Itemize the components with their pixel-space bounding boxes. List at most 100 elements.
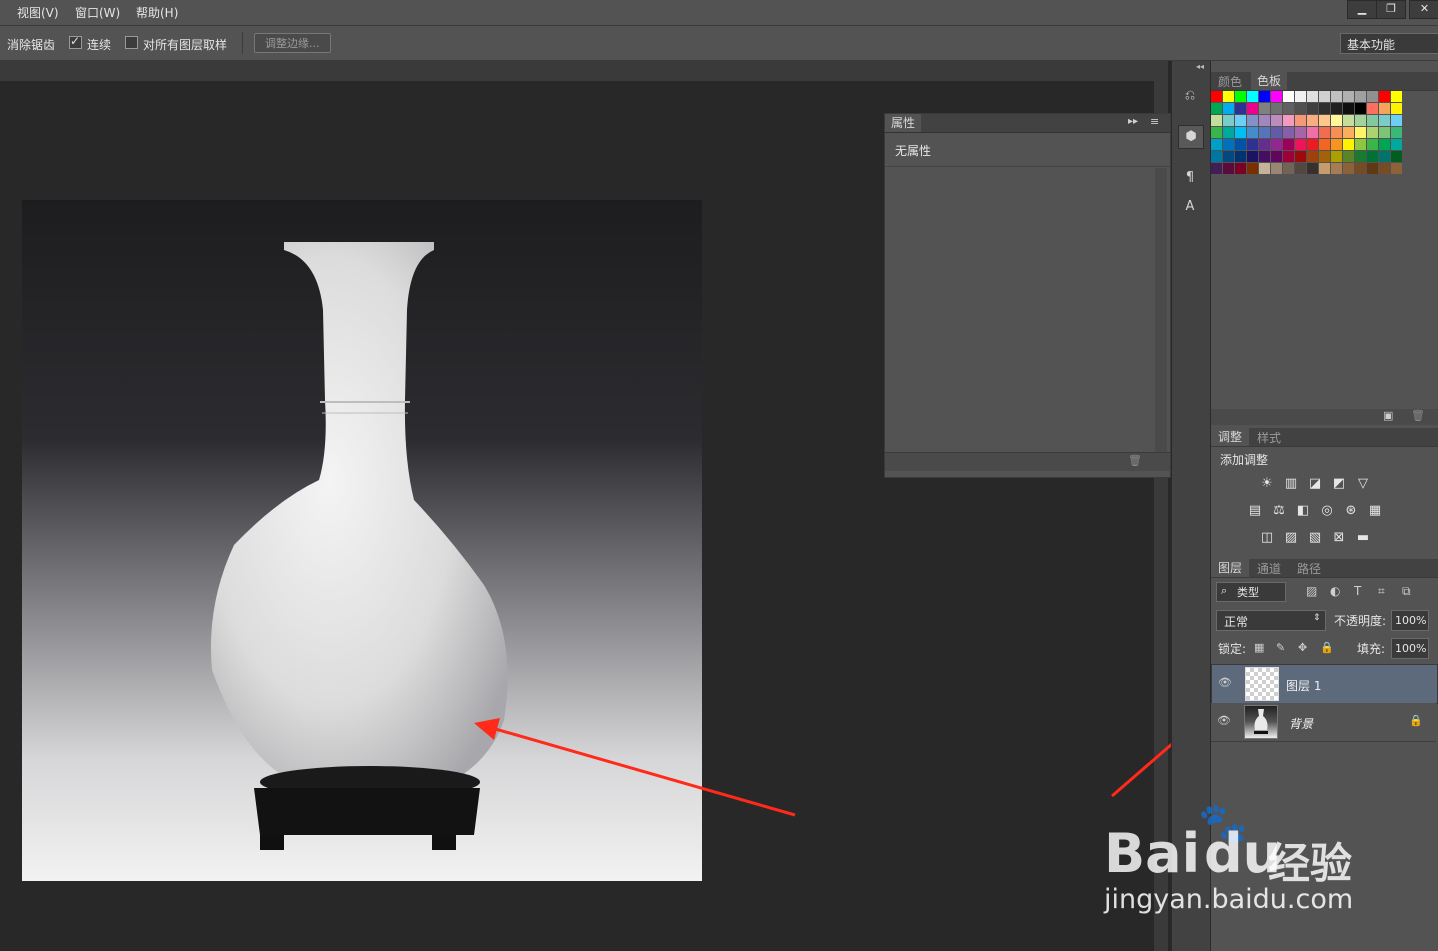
swatch[interactable]: [1271, 151, 1282, 162]
swatch[interactable]: [1355, 127, 1366, 138]
selective-color-icon[interactable]: ⊠: [1330, 530, 1348, 545]
swatch[interactable]: [1247, 163, 1258, 174]
lock-position-icon[interactable]: ✥: [1298, 641, 1307, 654]
swatch[interactable]: [1379, 91, 1390, 102]
menu-window[interactable]: 窗口(W): [75, 4, 120, 21]
swatch[interactable]: [1235, 139, 1246, 150]
swatch[interactable]: [1343, 91, 1354, 102]
document-canvas[interactable]: [22, 200, 702, 881]
swatch[interactable]: [1271, 163, 1282, 174]
color-lookup-icon[interactable]: ▦: [1366, 503, 1384, 518]
lock-transparent-icon[interactable]: ▦: [1254, 641, 1264, 654]
restore-button[interactable]: ❐: [1376, 0, 1406, 19]
swatch[interactable]: [1247, 115, 1258, 126]
swatch[interactable]: [1307, 91, 1318, 102]
close-button[interactable]: ✕: [1409, 0, 1438, 19]
tab-adjustments[interactable]: 调整: [1211, 428, 1249, 446]
swatch[interactable]: [1211, 91, 1222, 102]
swatch[interactable]: [1283, 139, 1294, 150]
filter-smart-object-icon[interactable]: ⧉: [1402, 584, 1411, 599]
panel-menu-icon[interactable]: ≡: [1150, 115, 1159, 128]
swatch[interactable]: [1235, 115, 1246, 126]
swatch[interactable]: [1271, 103, 1282, 114]
tab-styles[interactable]: 样式: [1257, 429, 1281, 446]
swatch[interactable]: [1235, 127, 1246, 138]
swatch[interactable]: [1379, 151, 1390, 162]
tab-paths[interactable]: 路径: [1297, 560, 1321, 577]
swatch[interactable]: [1355, 139, 1366, 150]
opacity-input[interactable]: 100%: [1391, 610, 1429, 631]
swatch[interactable]: [1307, 115, 1318, 126]
swatch[interactable]: [1259, 91, 1270, 102]
swatch[interactable]: [1355, 163, 1366, 174]
swatch[interactable]: [1367, 91, 1378, 102]
lock-all-icon[interactable]: 🔒: [1320, 641, 1334, 654]
collapse-panels-icon[interactable]: ◂◂: [1196, 62, 1204, 71]
swatch[interactable]: [1211, 103, 1222, 114]
eye-icon[interactable]: 👁: [1217, 714, 1231, 727]
layer-filter-select[interactable]: ⌕ 类型: [1216, 582, 1286, 602]
antialias-label[interactable]: 消除锯齿: [7, 36, 55, 53]
collapse-icon[interactable]: ▸▸: [1128, 116, 1138, 127]
filter-adjustment-icon[interactable]: ◐: [1330, 584, 1340, 598]
swatch[interactable]: [1295, 127, 1306, 138]
properties-tab[interactable]: 属性: [885, 114, 921, 132]
lock-image-icon[interactable]: ✎: [1276, 641, 1285, 654]
swatch[interactable]: [1331, 103, 1342, 114]
swatch[interactable]: [1223, 151, 1234, 162]
invert-icon[interactable]: ◫: [1258, 530, 1276, 545]
levels-icon[interactable]: ▥: [1282, 476, 1300, 491]
swatch[interactable]: [1379, 115, 1390, 126]
swatch[interactable]: [1235, 151, 1246, 162]
swatch[interactable]: [1367, 103, 1378, 114]
swatch[interactable]: [1259, 103, 1270, 114]
swatch[interactable]: [1295, 103, 1306, 114]
swatch[interactable]: [1259, 163, 1270, 174]
swatch[interactable]: [1391, 151, 1402, 162]
3d-icon[interactable]: ⬢: [1178, 125, 1204, 149]
swatch[interactable]: [1367, 115, 1378, 126]
fill-input[interactable]: 100%: [1391, 638, 1429, 659]
swatch[interactable]: [1355, 103, 1366, 114]
swatch[interactable]: [1391, 163, 1402, 174]
swatch[interactable]: [1223, 139, 1234, 150]
swatch[interactable]: [1223, 115, 1234, 126]
paragraph-icon[interactable]: ¶: [1178, 167, 1202, 189]
swatch[interactable]: [1331, 115, 1342, 126]
swatch[interactable]: [1271, 115, 1282, 126]
layer-name[interactable]: 背景: [1289, 715, 1313, 732]
curves-icon[interactable]: ◪: [1306, 476, 1324, 491]
swatch[interactable]: [1391, 139, 1402, 150]
swatch[interactable]: [1319, 151, 1330, 162]
refine-edge-button[interactable]: 调整边缘...: [254, 33, 331, 53]
history-icon[interactable]: ⎌: [1178, 85, 1202, 107]
posterize-icon[interactable]: ▨: [1282, 530, 1300, 545]
swatch[interactable]: [1367, 127, 1378, 138]
swatch[interactable]: [1223, 127, 1234, 138]
photo-filter-icon[interactable]: ◎: [1318, 503, 1336, 518]
swatch[interactable]: [1367, 139, 1378, 150]
workspace-select[interactable]: 基本功能: [1340, 33, 1438, 54]
swatch[interactable]: [1391, 115, 1402, 126]
tab-color[interactable]: 颜色: [1218, 73, 1242, 90]
swatch[interactable]: [1247, 151, 1258, 162]
layer-row-background[interactable]: 👁 背景 🔒: [1211, 703, 1436, 742]
swatch[interactable]: [1391, 103, 1402, 114]
filter-shape-icon[interactable]: ⌗: [1378, 584, 1385, 599]
swatch[interactable]: [1211, 163, 1222, 174]
swatch[interactable]: [1319, 103, 1330, 114]
swatch[interactable]: [1331, 139, 1342, 150]
swatch[interactable]: [1223, 91, 1234, 102]
swatch[interactable]: [1283, 151, 1294, 162]
swatch[interactable]: [1319, 115, 1330, 126]
filter-pixel-icon[interactable]: ▨: [1306, 584, 1317, 598]
swatch[interactable]: [1379, 103, 1390, 114]
swatch[interactable]: [1319, 163, 1330, 174]
swatch[interactable]: [1295, 91, 1306, 102]
swatch[interactable]: [1271, 139, 1282, 150]
threshold-icon[interactable]: ▧: [1306, 530, 1324, 545]
swatch[interactable]: [1283, 127, 1294, 138]
delete-swatch-icon[interactable]: 🗑: [1411, 409, 1425, 422]
swatch[interactable]: [1391, 127, 1402, 138]
brightness-icon[interactable]: ☀: [1258, 476, 1276, 491]
